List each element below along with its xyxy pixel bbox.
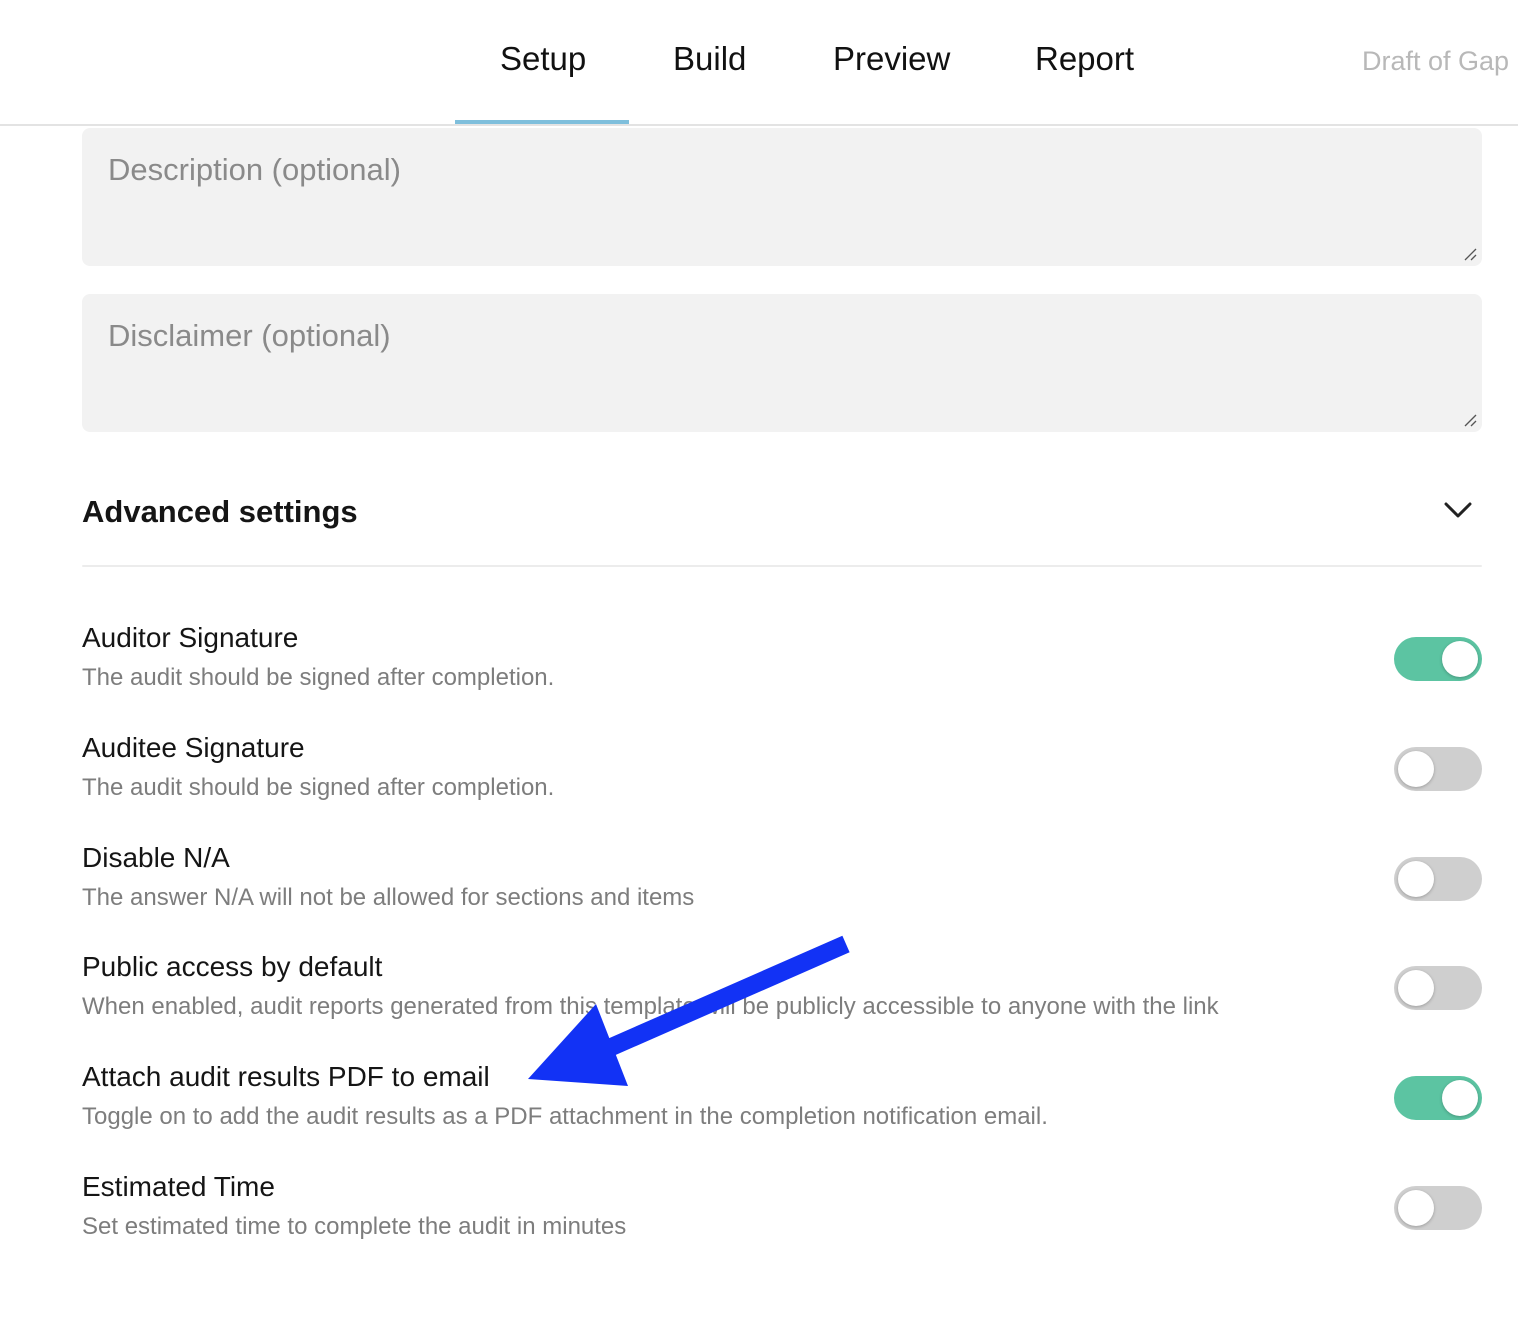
chevron-down-icon[interactable]	[1442, 498, 1474, 522]
description-textarea[interactable]	[82, 128, 1482, 266]
resize-handle-icon[interactable]	[1462, 412, 1478, 428]
auditor-signature-toggle[interactable]	[1394, 637, 1482, 681]
setting-disable-na: Disable N/A The answer N/A will not be a…	[82, 842, 1482, 932]
setting-title: Disable N/A	[82, 842, 230, 873]
advanced-settings-heading[interactable]: Advanced settings	[82, 494, 358, 530]
setting-description: The answer N/A will not be allowed for s…	[82, 884, 695, 911]
setting-description: The audit should be signed after complet…	[82, 664, 555, 691]
draft-status-label: Draft of Gap	[1362, 46, 1510, 76]
estimated-time-toggle[interactable]	[1394, 1186, 1482, 1230]
setting-public-access: Public access by default When enabled, a…	[82, 951, 1482, 1041]
disclaimer-textarea[interactable]	[82, 294, 1482, 432]
toggle-knob	[1398, 1190, 1434, 1226]
tab-preview[interactable]: Preview	[833, 40, 950, 90]
toggle-knob	[1398, 861, 1434, 897]
disable-na-toggle[interactable]	[1394, 857, 1482, 901]
toggle-knob	[1398, 970, 1434, 1006]
setting-title: Estimated Time	[82, 1171, 275, 1202]
public-access-toggle[interactable]	[1394, 966, 1482, 1010]
resize-handle-icon[interactable]	[1462, 246, 1478, 262]
attach-pdf-toggle[interactable]	[1394, 1076, 1482, 1120]
active-tab-indicator	[455, 120, 629, 124]
setting-title: Public access by default	[82, 951, 383, 982]
setting-description: When enabled, audit reports generated fr…	[82, 993, 1219, 1020]
toggle-knob	[1442, 1080, 1478, 1116]
setting-attach-pdf: Attach audit results PDF to email Toggle…	[82, 1061, 1482, 1151]
tab-build[interactable]: Build	[673, 40, 746, 90]
setting-auditor-signature: Auditor Signature The audit should be si…	[82, 622, 1482, 712]
setting-description: Toggle on to add the audit results as a …	[82, 1103, 1048, 1130]
advanced-settings-divider	[82, 565, 1482, 567]
auditee-signature-toggle[interactable]	[1394, 747, 1482, 791]
setting-estimated-time: Estimated Time Set estimated time to com…	[82, 1171, 1482, 1261]
toggle-knob	[1442, 641, 1478, 677]
tab-report[interactable]: Report	[1035, 40, 1134, 90]
setting-auditee-signature: Auditee Signature The audit should be si…	[82, 732, 1482, 822]
setting-title: Auditee Signature	[82, 732, 305, 763]
setting-description: The audit should be signed after complet…	[82, 774, 555, 801]
toggle-knob	[1398, 751, 1434, 787]
tab-setup[interactable]: Setup	[500, 40, 586, 90]
setting-title: Auditor Signature	[82, 622, 299, 653]
description-field-container	[82, 128, 1482, 266]
setting-title: Attach audit results PDF to email	[82, 1061, 490, 1092]
setting-description: Set estimated time to complete the audit…	[82, 1213, 627, 1240]
top-navigation: Setup Build Preview Report Draft of Gap	[0, 0, 1518, 126]
disclaimer-field-container	[82, 294, 1482, 432]
